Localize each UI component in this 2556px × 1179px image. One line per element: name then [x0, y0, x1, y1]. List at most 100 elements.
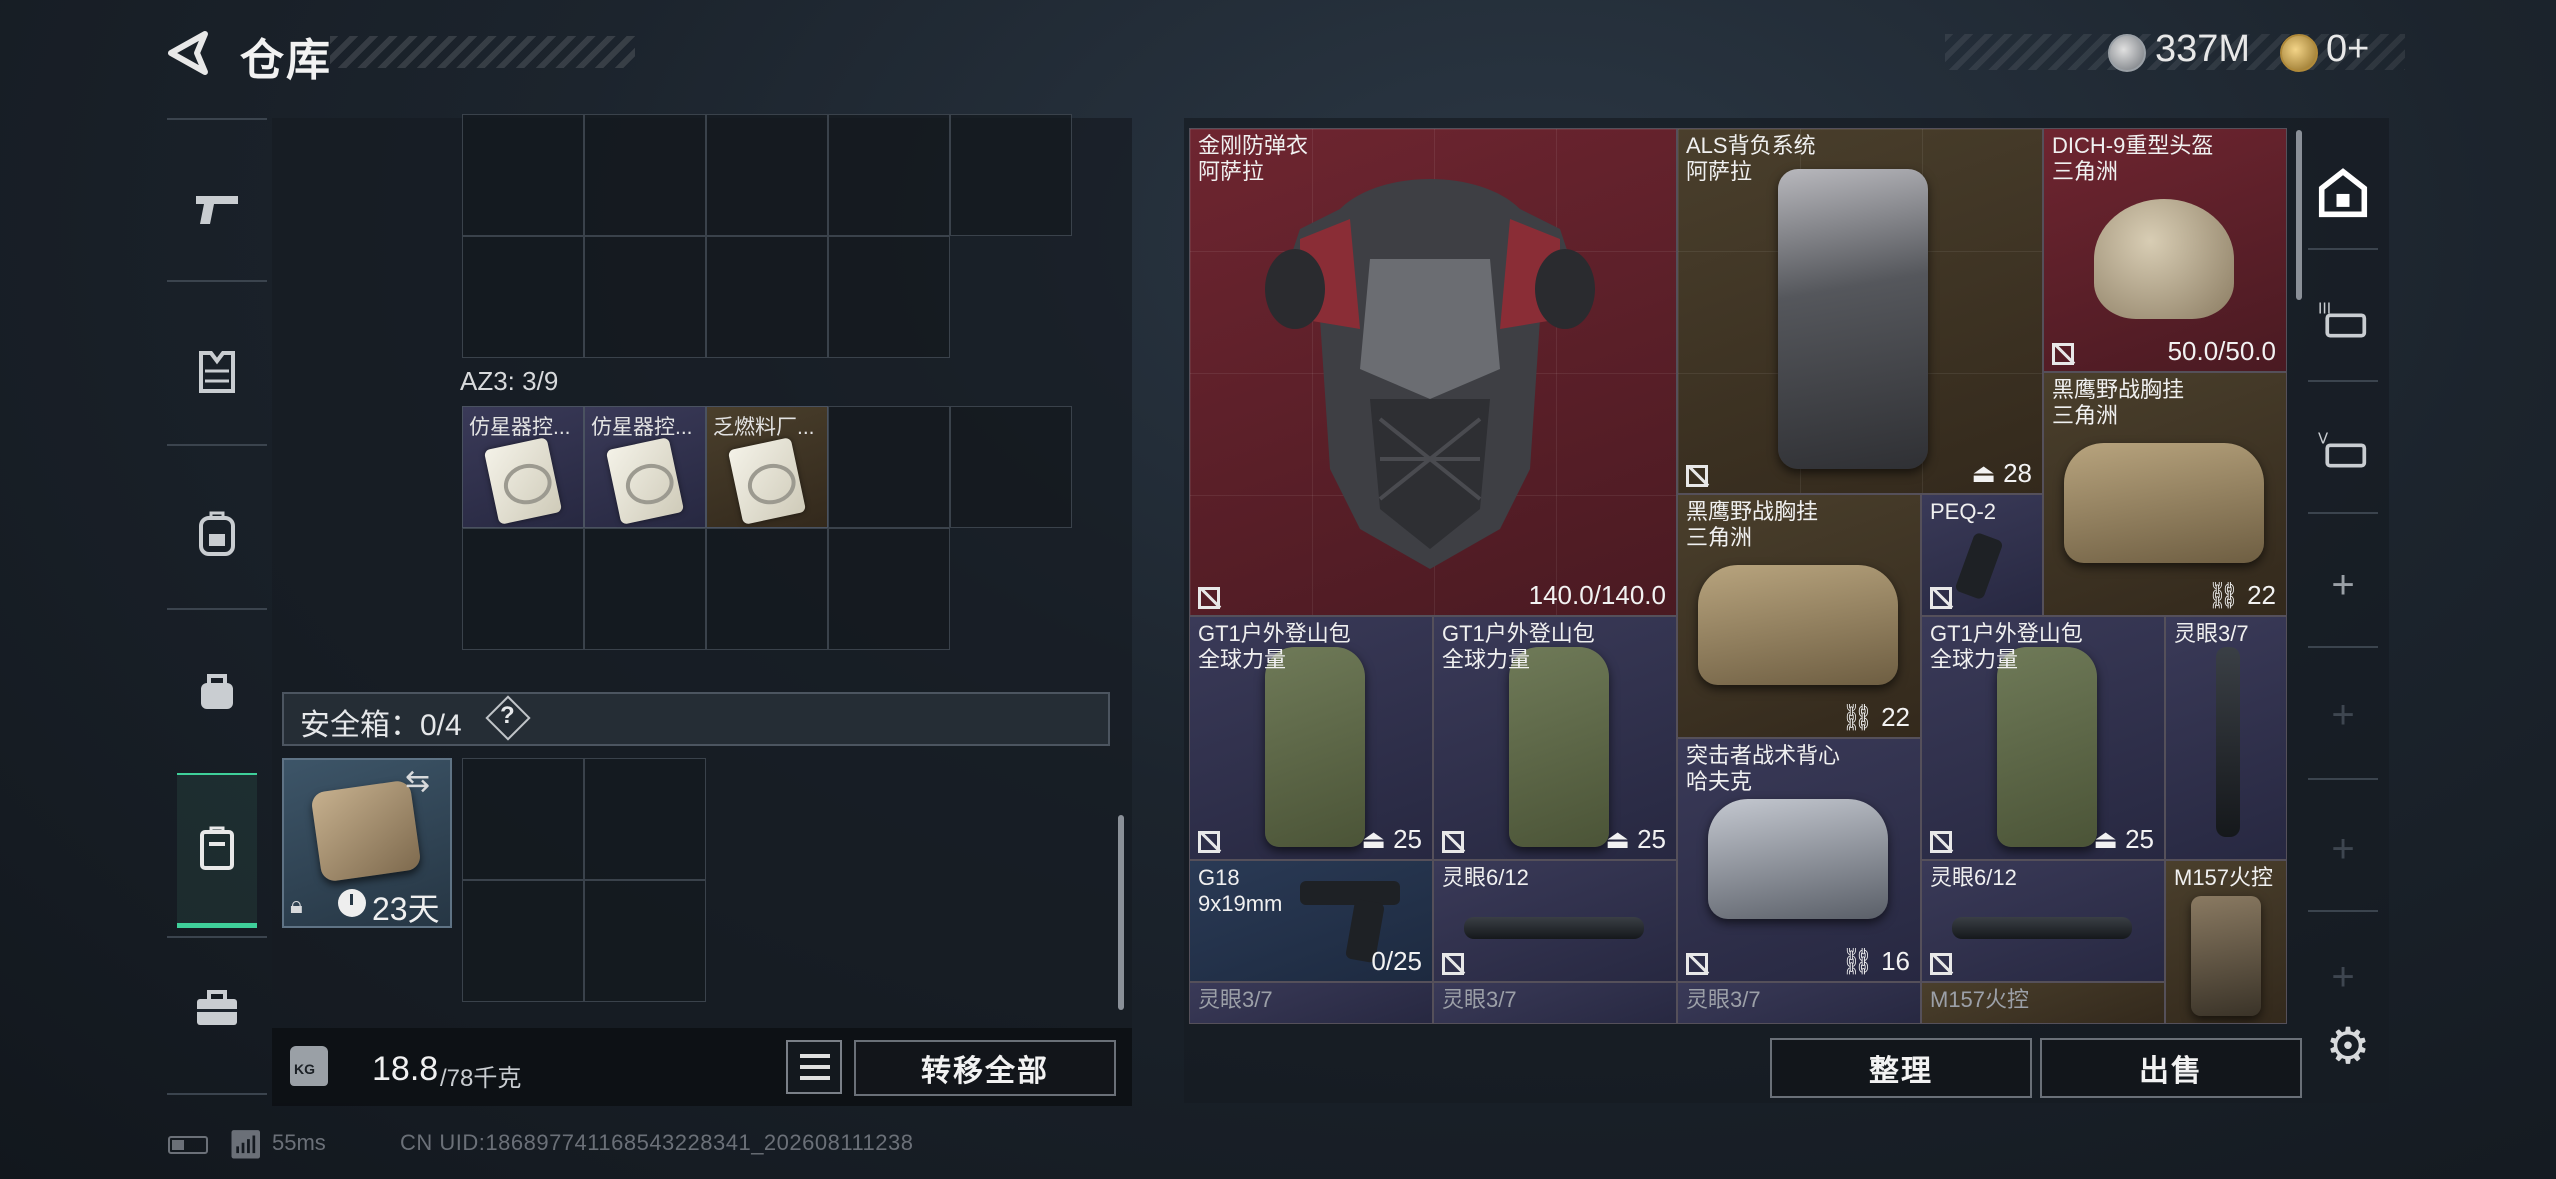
grid-cell[interactable] [828, 236, 950, 358]
swap-icon[interactable]: ⇆ [405, 764, 430, 799]
inventory-item[interactable]: M157火控 [2165, 860, 2287, 1024]
help-icon-glyph: ? [500, 702, 515, 729]
item-name: M157火控 [1930, 987, 2030, 1012]
item-name: DICH-9重型头盔 三角洲 [2052, 133, 2214, 184]
inventory-item[interactable]: 灵眼3/7 [1189, 982, 1433, 1024]
item-name: ALS背负系统 阿萨拉 [1686, 133, 1816, 184]
item-capacity: ⛓︎ 22 [2206, 580, 2276, 610]
safe-case-icon[interactable] [192, 823, 242, 873]
tier3-vest-icon[interactable]: III [2318, 294, 2368, 344]
inventory-item[interactable]: 灵眼6/12 [1921, 860, 2165, 982]
item-name: 仿星器控... [469, 416, 571, 439]
item-name: 灵眼6/12 [1442, 865, 1529, 890]
grid-cell[interactable] [828, 406, 950, 528]
list-view-button[interactable] [786, 1040, 842, 1094]
inventory-item[interactable]: 灵眼3/7 [2165, 616, 2287, 860]
back-arrow-icon[interactable] [165, 28, 215, 78]
inventory-item[interactable]: ALS背负系统 阿萨拉 ⏏︎ 28 [1677, 128, 2043, 494]
safe-slot[interactable] [584, 880, 706, 1002]
plus-icon: + [2331, 692, 2355, 737]
unmarked-icon [1198, 587, 1220, 609]
network-ping: 55ms [272, 1130, 326, 1155]
grid-cell[interactable] [950, 406, 1072, 528]
backpack-icon[interactable] [192, 508, 242, 558]
home-case-icon[interactable] [2318, 168, 2368, 218]
inventory-item[interactable]: 乏燃料厂... [706, 406, 828, 528]
grid-cell[interactable] [706, 114, 828, 236]
plus-icon: + [2331, 826, 2355, 871]
inventory-item[interactable]: G18 9x19mm 0/25 [1189, 860, 1433, 982]
unmarked-icon [1930, 953, 1952, 975]
tactical-vest-image [1708, 799, 1888, 919]
item-name: 金刚防弹衣 阿萨拉 [1198, 133, 1309, 184]
weight-max: /78千克 [440, 1065, 522, 1092]
gold-currency-value[interactable]: 0+ [2326, 28, 2369, 71]
body-armor-image [1265, 179, 1595, 569]
safe-slot[interactable] [584, 758, 706, 880]
grid-cell[interactable] [584, 114, 706, 236]
grid-cell[interactable] [950, 114, 1072, 236]
safe-slot[interactable] [462, 758, 584, 880]
inventory-item[interactable]: GT1户外登山包 全球力量 ⏏︎ 25 [1921, 616, 2165, 860]
keycard-image [605, 437, 685, 525]
gear-icon[interactable]: ⚙︎ [2318, 1016, 2378, 1076]
safe-slot[interactable] [462, 880, 584, 1002]
item-name: 灵眼6/12 [1930, 865, 2017, 890]
scope-image [2216, 647, 2240, 837]
safe-box-label: 安全箱：0/4 [300, 709, 462, 742]
plus-icon[interactable]: + [2318, 560, 2368, 610]
inventory-item[interactable]: 黑鹰野战胸挂 三角洲 ⛓︎ 22 [2043, 372, 2287, 616]
item-name: 灵眼3/7 [1686, 987, 1761, 1012]
item-name: M157火控 [2174, 865, 2274, 890]
grid-cell[interactable] [462, 236, 584, 358]
pistol-icon[interactable] [192, 183, 242, 233]
fire-control-image [2191, 896, 2261, 1016]
inventory-item[interactable]: 仿星器控... [584, 406, 706, 528]
safe-case-duration: 23天 [372, 891, 440, 927]
inventory-item[interactable]: 突击者战术背心 哈夫克 ⛓︎ 16 [1677, 738, 1921, 982]
grid-cell[interactable] [584, 528, 706, 650]
item-name: 突击者战术背心 哈夫克 [1686, 743, 1841, 794]
inventory-item[interactable]: M157火控 [1921, 982, 2165, 1024]
storage-scrollbar[interactable] [1118, 815, 1124, 1010]
briefcase-icon[interactable] [192, 983, 242, 1033]
unmarked-icon [1930, 587, 1952, 609]
sort-button[interactable]: 整理 [1770, 1038, 2032, 1098]
transfer-all-button[interactable]: 转移全部 [854, 1040, 1116, 1096]
inventory-item[interactable]: GT1户外登山包 全球力量 ⏏︎ 25 [1189, 616, 1433, 860]
inventory-item[interactable]: GT1户外登山包 全球力量 ⏏︎ 25 [1433, 616, 1677, 860]
item-ammo: 0/25 [1371, 946, 1422, 976]
inventory-item[interactable]: 灵眼6/12 [1433, 860, 1677, 982]
inventory-item[interactable]: 金刚防弹衣 阿萨拉 140.0/140.0 [1189, 128, 1677, 616]
vest-icon[interactable] [192, 346, 242, 396]
inventory-item[interactable]: PEQ-2 [1921, 494, 2043, 616]
plus-icon: + [2331, 954, 2355, 999]
inventory-item[interactable]: 仿星器控... [462, 406, 584, 528]
bag-icon[interactable] [192, 666, 242, 716]
inventory-item[interactable]: 灵眼3/7 [1433, 982, 1677, 1024]
grid-cell[interactable] [462, 528, 584, 650]
inventory-item[interactable]: 黑鹰野战胸挂 三角洲 ⛓︎ 22 [1677, 494, 1921, 738]
laser-module-image [1954, 531, 2004, 601]
grid-cell[interactable] [462, 114, 584, 236]
equipment-category-sidebar [167, 118, 267, 1098]
grid-cell[interactable] [828, 114, 950, 236]
gold-coin-icon [2280, 34, 2318, 72]
pistol-image [1300, 881, 1400, 905]
inventory-item[interactable]: DICH-9重型头盔 三角洲 50.0/50.0 [2043, 128, 2287, 372]
item-name: GT1户外登山包 全球力量 [1198, 621, 1351, 672]
title-decoration [330, 36, 635, 68]
inventory-item[interactable]: 灵眼3/7 [1677, 982, 1921, 1024]
grid-cell[interactable] [828, 528, 950, 650]
chest-rig-image [2064, 443, 2264, 563]
keycard-image [483, 437, 563, 525]
grid-cell[interactable] [706, 528, 828, 650]
scope-image [1952, 917, 2132, 939]
grid-cell[interactable] [584, 236, 706, 358]
item-name: PEQ-2 [1930, 499, 1997, 524]
unmarked-icon [1930, 831, 1952, 853]
grid-cell[interactable] [706, 236, 828, 358]
sell-button[interactable]: 出售 [2040, 1038, 2302, 1098]
tier5-vest-icon[interactable]: V [2318, 424, 2368, 474]
item-name: 灵眼3/7 [2174, 621, 2249, 646]
